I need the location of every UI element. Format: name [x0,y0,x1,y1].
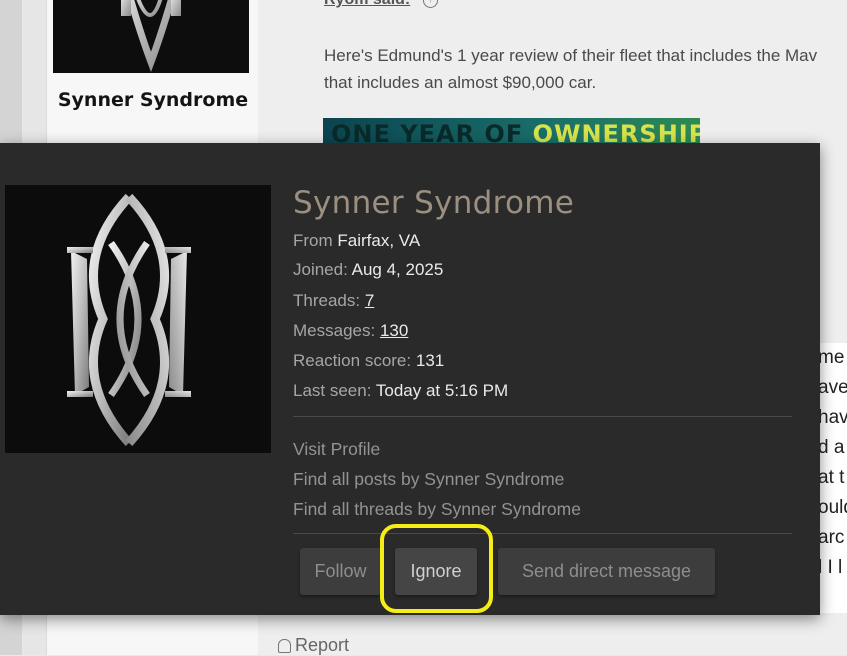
post-body-text: me ave have d a at t ould arc l I l [820,343,847,613]
post-user-name[interactable]: Synner Syndrome [47,86,259,115]
messages-count-link[interactable]: 130 [380,321,408,340]
member-joined: Joined: Aug 4, 2025 [293,260,444,279]
report-label: Report [295,635,350,655]
find-posts-link[interactable]: Find all posts by Synner Syndrome [293,469,564,490]
member-name[interactable]: Synner Syndrome [293,185,574,221]
bell-icon [278,639,291,653]
quote-author-link[interactable]: Ryom said: [324,0,410,9]
follow-button[interactable]: Follow [300,548,381,595]
visit-profile-link[interactable]: Visit Profile [293,439,380,460]
member-location: From Fairfax, VA [293,231,421,250]
member-messages: Messages: 130 [293,321,409,340]
emblem-logo-icon [67,193,191,447]
post-avatar[interactable] [53,0,249,73]
arrow-up-circle-icon[interactable]: ↑ [423,0,438,8]
location-value[interactable]: Fairfax, VA [337,231,420,250]
member-reaction-score: Reaction score: 131 [293,351,445,370]
quote-text: Here's Edmund's 1 year review of their f… [324,46,818,92]
member-avatar[interactable] [5,185,271,453]
member-threads: Threads: 7 [293,291,375,310]
divider [293,416,792,417]
member-last-seen: Last seen: Today at 5:16 PM [293,381,509,400]
find-threads-link[interactable]: Find all threads by Synner Syndrome [293,499,581,520]
emblem-logo-icon [121,0,181,72]
divider [293,533,792,534]
report-link[interactable]: Report [278,635,349,656]
send-direct-message-button[interactable]: Send direct message [498,548,715,595]
highlight-annotation [380,524,493,613]
threads-count-link[interactable]: 7 [365,291,374,310]
